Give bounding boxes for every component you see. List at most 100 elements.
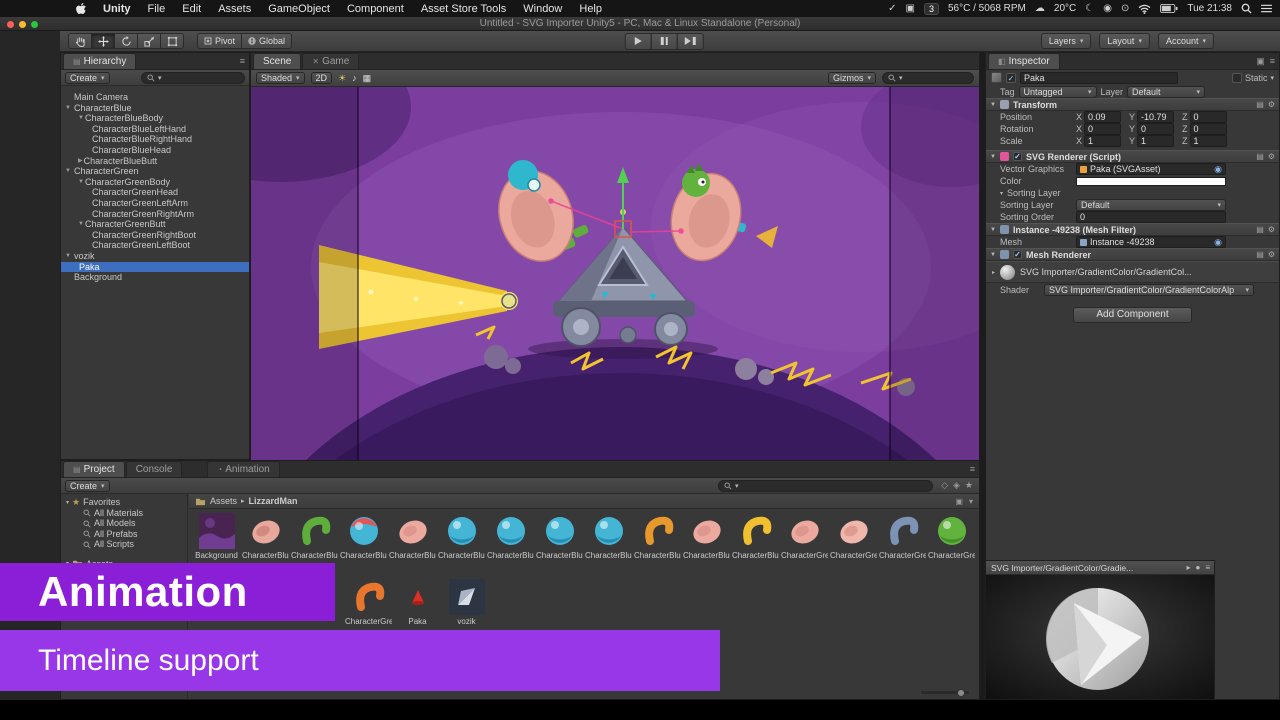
- active-checkbox[interactable]: ✓: [1006, 73, 1016, 83]
- asset-charactergre-[interactable]: CharacterGre...: [345, 577, 392, 627]
- menu-gameobject[interactable]: GameObject: [268, 3, 330, 15]
- transform-header[interactable]: ▼ Transform ▤⚙: [986, 98, 1279, 111]
- breadcrumb-current[interactable]: LizzardMan: [249, 496, 298, 506]
- audio-toggle-icon[interactable]: ♪: [352, 73, 357, 83]
- hierarchy-item-charactergreen[interactable]: ▼CharacterGreen: [61, 166, 249, 177]
- component-enabled-checkbox[interactable]: ✓: [1013, 152, 1022, 161]
- hierarchy-item-charactergreenleftboot[interactable]: CharacterGreenLeftBoot: [61, 240, 249, 251]
- mesh-renderer-header[interactable]: ▼ ✓ Mesh Renderer ▤⚙: [986, 248, 1279, 261]
- tag-dropdown[interactable]: Untagged▾: [1019, 86, 1097, 98]
- favorites-item-all-scripts[interactable]: All Scripts: [61, 539, 187, 550]
- scale-tool-button[interactable]: [137, 33, 161, 49]
- tab-animation[interactable]: ◔ Animation: [207, 461, 279, 477]
- asset-characterblu-[interactable]: CharacterBlu...: [487, 511, 534, 561]
- hierarchy-item-charactergreenbody[interactable]: ▼CharacterGreenBody: [61, 177, 249, 188]
- cpu-temp-readout[interactable]: 56°C / 5068 RPM: [948, 3, 1026, 14]
- pause-button[interactable]: [651, 33, 678, 50]
- hierarchy-item-characterbluerighthand[interactable]: CharacterBlueRightHand: [61, 134, 249, 145]
- asset-characterblu-[interactable]: CharacterBlu...: [291, 511, 338, 561]
- object-picker-icon[interactable]: ◉: [1214, 164, 1222, 175]
- battery-icon[interactable]: [1160, 4, 1178, 13]
- crumb-menu-icon[interactable]: ▾: [969, 497, 973, 506]
- help-icon[interactable]: ▤: [1256, 100, 1264, 109]
- asset-paka[interactable]: Paka: [394, 577, 441, 627]
- preview-menu-icon[interactable]: ≡: [1205, 563, 1210, 572]
- menu-edit[interactable]: Edit: [182, 3, 201, 15]
- component-enabled-checkbox[interactable]: ✓: [1013, 250, 1022, 259]
- menu-component[interactable]: Component: [347, 3, 404, 15]
- foldout-icon[interactable]: ▼: [990, 227, 996, 233]
- draw-mode-dropdown[interactable]: Shaded▾: [256, 72, 305, 84]
- layout-dropdown[interactable]: Layout▾: [1099, 33, 1150, 49]
- menubar-clock[interactable]: Tue 21:38: [1187, 3, 1232, 14]
- transform-position-y-field[interactable]: -10.79: [1137, 111, 1174, 123]
- transform-rotation-z-field[interactable]: 0: [1190, 123, 1227, 135]
- hierarchy-item-characterbluehead[interactable]: CharacterBlueHead: [61, 145, 249, 156]
- menu-asset-store-tools[interactable]: Asset Store Tools: [421, 3, 506, 15]
- preview-header[interactable]: SVG Importer/GradientColor/Gradie... ▸ ●…: [986, 561, 1214, 575]
- sync-check-icon[interactable]: ✓: [888, 3, 896, 14]
- menu-unity[interactable]: Unity: [103, 3, 131, 15]
- hierarchy-search-input[interactable]: ▾: [141, 72, 245, 84]
- move-tool-button[interactable]: [91, 33, 115, 49]
- object-picker-icon[interactable]: ◉: [1214, 237, 1222, 248]
- transform-scale-y-field[interactable]: 1: [1137, 135, 1174, 147]
- rect-tool-button[interactable]: [160, 33, 184, 49]
- asset-vozik[interactable]: vozik: [443, 577, 490, 627]
- help-icon[interactable]: ▤: [1256, 225, 1264, 234]
- foldout-icon[interactable]: ▼: [61, 113, 84, 124]
- cloud-icon[interactable]: ☁: [1035, 3, 1045, 14]
- hierarchy-item-main camera[interactable]: Main Camera: [61, 92, 249, 103]
- static-dropdown-icon[interactable]: ▾: [1270, 74, 1274, 82]
- tab-console[interactable]: Console: [126, 461, 183, 477]
- gear-icon[interactable]: ⚙: [1268, 250, 1275, 259]
- object-name-field[interactable]: Paka: [1020, 72, 1178, 84]
- help-icon[interactable]: ▤: [1256, 250, 1264, 259]
- breadcrumb-root[interactable]: Assets: [210, 496, 237, 506]
- hierarchy-item-charactergreenbutt[interactable]: ▼CharacterGreenButt: [61, 219, 249, 230]
- transform-scale-x-field[interactable]: 1: [1084, 135, 1121, 147]
- favorites-item-all-prefabs[interactable]: All Prefabs: [61, 529, 187, 540]
- grid-icon[interactable]: ▣: [905, 3, 914, 14]
- foldout-icon[interactable]: ▼: [61, 219, 84, 230]
- project-create-dropdown[interactable]: Create▾: [65, 480, 110, 492]
- gpu-temp-readout[interactable]: 20°C: [1054, 3, 1076, 14]
- menu-help[interactable]: Help: [579, 3, 602, 15]
- inspector-lock-icon[interactable]: ▣: [1256, 56, 1265, 67]
- hierarchy-item-charactergreenrightarm[interactable]: CharacterGreenRightArm: [61, 209, 249, 220]
- scene-canvas[interactable]: [251, 87, 979, 460]
- preview-dot-icon[interactable]: ●: [1195, 563, 1200, 572]
- moon-icon[interactable]: ☾: [1085, 3, 1094, 14]
- hierarchy-item-charactergreenrightboot[interactable]: CharacterGreenRightBoot: [61, 230, 249, 241]
- tab-project[interactable]: ▤ Project: [63, 461, 125, 477]
- tab-scene[interactable]: Scene: [253, 53, 301, 69]
- hierarchy-item-characterbluebutt[interactable]: ▶CharacterBlueButt: [61, 156, 249, 167]
- thumbnail-size-knob[interactable]: [957, 689, 965, 697]
- gear-icon[interactable]: ⚙: [1268, 100, 1275, 109]
- unity-titlebar[interactable]: Untitled - SVG Importer Unity5 - PC, Mac…: [0, 17, 1280, 31]
- spotlight-icon[interactable]: [1241, 3, 1252, 14]
- hand-tool-button[interactable]: [68, 33, 92, 49]
- account-dropdown[interactable]: Account▾: [1158, 33, 1214, 49]
- asset-charactergre-[interactable]: CharacterGre...: [830, 511, 877, 561]
- help-icon[interactable]: ▤: [1256, 152, 1264, 161]
- asset-characterblu-[interactable]: CharacterBlu...: [536, 511, 583, 561]
- foldout-icon[interactable]: ▼: [61, 166, 73, 177]
- transform-rotation-x-field[interactable]: 0: [1084, 123, 1121, 135]
- menu-window[interactable]: Window: [523, 3, 562, 15]
- mesh-field[interactable]: Instance -49238 ◉: [1076, 236, 1226, 248]
- static-checkbox[interactable]: [1232, 73, 1242, 83]
- lock-icon[interactable]: ▣: [955, 497, 963, 506]
- hierarchy-item-paka[interactable]: Paka: [61, 262, 249, 273]
- favorites-root[interactable]: ▾ ★ Favorites: [61, 497, 187, 508]
- foldout-icon[interactable]: ▼: [61, 103, 73, 114]
- close-icon[interactable]: ✕: [312, 57, 319, 66]
- foldout-icon[interactable]: ▼: [990, 252, 996, 258]
- hierarchy-item-charactergreenleftarm[interactable]: CharacterGreenLeftArm: [61, 198, 249, 209]
- drop-icon[interactable]: ⊙: [1121, 3, 1129, 14]
- mesh-filter-header[interactable]: ▼ Instance -49238 (Mesh Filter) ▤⚙: [986, 223, 1279, 236]
- hierarchy-create-dropdown[interactable]: Create▾: [65, 72, 110, 84]
- menu-file[interactable]: File: [148, 3, 166, 15]
- effects-toggle-icon[interactable]: ▦: [363, 73, 372, 84]
- material-header[interactable]: ▸ SVG Importer/GradientColor/GradientCol…: [986, 261, 1279, 283]
